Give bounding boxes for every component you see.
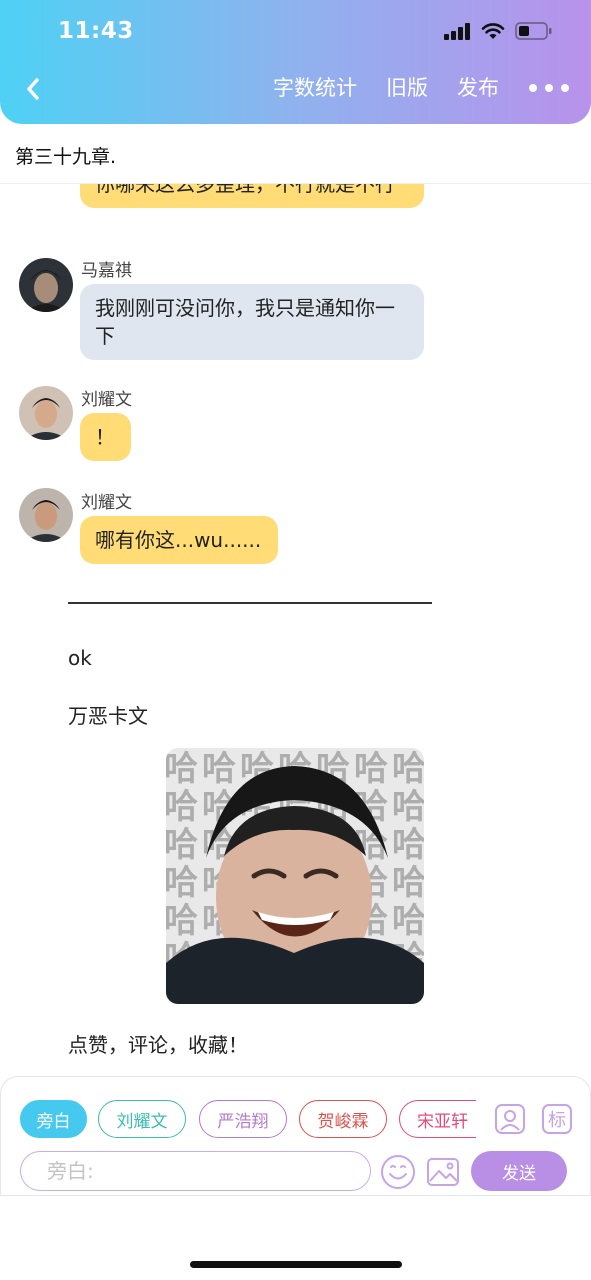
chat-content[interactable]: 你哪来这么多歪理，不行就是不行 马嘉祺 我刚刚可没问你，我只是通知你一下 刘耀文…: [0, 184, 591, 1076]
chapter-title-bar[interactable]: 第三十九章.: [0, 124, 591, 184]
message-bubble[interactable]: 哪有你这...wu......: [80, 516, 278, 564]
back-button[interactable]: [18, 72, 48, 106]
chevron-left-icon: [27, 78, 39, 100]
person-card-icon: [495, 1104, 525, 1134]
more-button[interactable]: [529, 72, 569, 104]
more-dots-icon: [529, 84, 537, 92]
message-bubble[interactable]: ！: [80, 413, 131, 461]
narration-card[interactable]: 万恶卡文: [68, 700, 148, 729]
tag-label: 标: [548, 1110, 566, 1131]
meme-caption-glyph: 哈: [392, 787, 424, 827]
publish-button[interactable]: 发布: [457, 72, 499, 104]
role-chip-liu-yaowen[interactable]: 刘耀文: [98, 1100, 186, 1138]
image-button[interactable]: [426, 1155, 460, 1189]
battery-icon: [515, 22, 552, 40]
meme-caption-glyph: 哈: [392, 901, 424, 941]
nav-actions: 字数统计 旧版 发布: [244, 72, 569, 104]
meme-caption-glyph: 哈: [166, 825, 198, 865]
person-card-button[interactable]: [493, 1102, 527, 1136]
old-version-button[interactable]: 旧版: [386, 72, 428, 104]
message-bubble[interactable]: 你哪来这么多歪理，不行就是不行: [80, 184, 424, 208]
message-text: 哪有你这...wu......: [95, 528, 262, 552]
meme-caption-glyph: 哈: [392, 749, 424, 789]
emoji-button[interactable]: [380, 1154, 416, 1190]
send-button[interactable]: 发送: [471, 1151, 567, 1191]
top-nav-bar: 11:43 字数统计 旧版 发布: [0, 0, 591, 124]
divider-text: ———————————————: [68, 600, 432, 606]
home-indicator: [190, 1261, 402, 1268]
role-chip-narrator[interactable]: 旁白: [20, 1100, 87, 1138]
wifi-icon: [481, 22, 505, 39]
chapter-title: 第三十九章.: [15, 146, 117, 168]
avatar[interactable]: [19, 488, 73, 542]
meme-caption-glyph: 哈: [354, 749, 388, 789]
message-text: 我刚刚可没问你，我只是通知你一下: [95, 296, 395, 348]
meme-caption-glyph: 哈: [166, 749, 198, 789]
narration-ok[interactable]: ok: [68, 646, 92, 670]
signal-icon: [444, 22, 470, 40]
speaker-name: 马嘉祺: [81, 261, 132, 281]
meme-caption-glyph: 哈: [202, 749, 236, 789]
role-chip-he-junlin[interactable]: 贺峻霖: [299, 1100, 387, 1138]
image-icon: [427, 1158, 459, 1186]
narration-outro[interactable]: 点赞，评论，收藏！: [68, 1029, 248, 1058]
status-time: 11:43: [58, 18, 134, 44]
message-text: ！: [95, 425, 115, 449]
role-chip-song-yaxuan[interactable]: 宋亚轩: [399, 1100, 476, 1138]
meme-image[interactable]: 哈哈哈哈哈哈哈哈哈哈哈哈哈哈哈哈哈哈哈哈哈哈哈哈哈哈哈哈哈哈哈哈哈哈哈哈哈哈哈哈…: [166, 748, 424, 1004]
message-bubble[interactable]: 我刚刚可没问你，我只是通知你一下: [80, 284, 424, 360]
role-chip-yan-haoxiang[interactable]: 严浩翔: [199, 1100, 287, 1138]
avatar[interactable]: [19, 258, 73, 312]
meme-caption-glyph: 哈: [392, 825, 424, 865]
meme-caption-glyph: 哈: [166, 901, 198, 941]
message-text: 你哪来这么多歪理，不行就是不行: [95, 184, 395, 196]
message-input[interactable]: [20, 1151, 371, 1191]
avatar[interactable]: [19, 386, 73, 440]
tag-button[interactable]: 标: [540, 1102, 574, 1136]
emoji-icon: [381, 1155, 415, 1189]
word-count-button[interactable]: 字数统计: [273, 72, 357, 104]
meme-caption-glyph: 哈: [166, 787, 198, 827]
meme-caption-glyph: 哈: [166, 863, 198, 903]
meme-caption-glyph: 哈: [392, 863, 424, 903]
speaker-name: 刘耀文: [81, 493, 132, 513]
speaker-name: 刘耀文: [81, 390, 132, 410]
status-icons: [444, 22, 553, 40]
